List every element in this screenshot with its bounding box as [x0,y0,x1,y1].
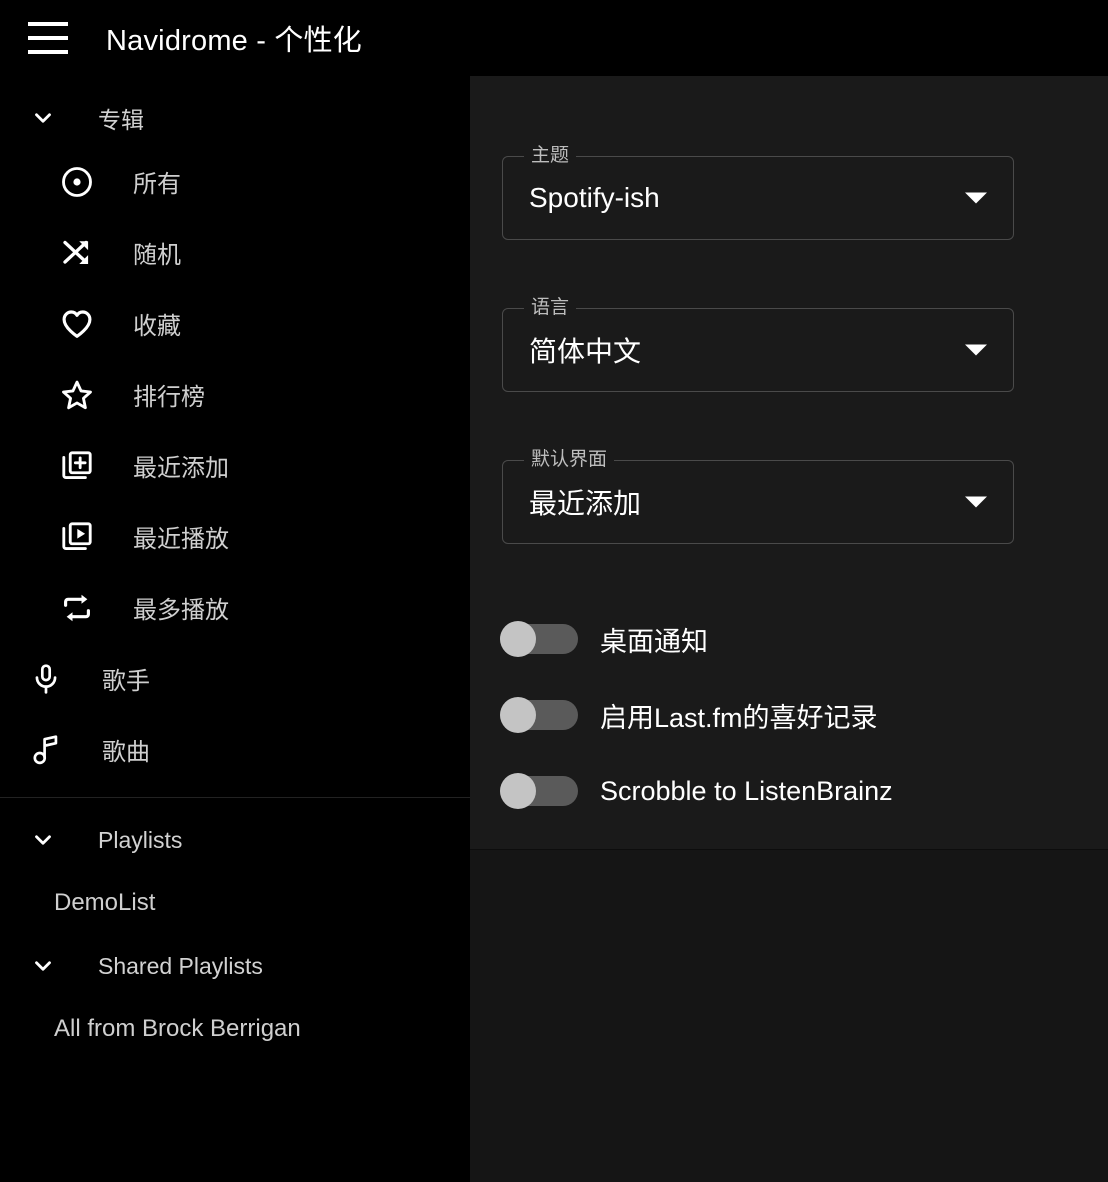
toggle-thumb [500,773,536,809]
microphone-icon [26,659,66,699]
language-select[interactable]: 语言 简体中文 [502,296,1014,392]
hamburger-bar [28,36,68,40]
page-title: Navidrome - 个性化 [106,25,362,57]
toggle-thumb [500,697,536,733]
list-item-label: All from Brock Berrigan [54,1015,301,1042]
list-item-label: DemoList [54,889,156,916]
sidebar-group-label: 专辑 [98,107,144,133]
sidebar: 专辑 所有 随机 收藏 排行榜 最近添加 最近播放 最多播放 歌手 歌曲 Pla… [0,76,470,1182]
dropdown-caret-icon[interactable] [965,344,987,356]
sidebar-item-top-rated[interactable]: 排行榜 [0,359,470,430]
star-outline-icon [57,375,97,415]
sidebar-group-label: Playlists [98,826,183,853]
theme-select-label: 主题 [524,144,577,168]
chevron-down-icon [30,105,56,131]
sidebar-group-playlists: Playlists DemoList Shared Playlists All … [0,798,470,1064]
personal-settings-card: 主题 Spotify-ish 语言 简体中文 默认界面 最近添加 桌面通知 启用… [470,76,1108,850]
sidebar-item-label: 最近添加 [133,455,229,482]
toggle-label: Scrobble to ListenBrainz [600,775,893,806]
dropdown-caret-icon[interactable] [965,192,987,204]
sidebar-item-label: 收藏 [133,313,181,340]
sidebar-item-artists[interactable]: 歌手 [0,643,470,714]
desktop-notifications-toggle[interactable] [500,621,578,657]
toggle-label: 桌面通知 [600,626,708,657]
sidebar-item-label: 所有 [133,171,181,198]
chevron-down-icon [30,827,56,853]
settings-panel: 主题 Spotify-ish 语言 简体中文 默认界面 最近添加 桌面通知 启用… [470,76,1108,1182]
sidebar-group-header-albums[interactable]: 专辑 [0,90,470,146]
music-note-icon [26,730,66,770]
sidebar-shared-playlist-item[interactable]: All from Brock Berrigan [0,994,470,1064]
sidebar-group-albums: 专辑 所有 随机 收藏 排行榜 最近添加 最近播放 最多播放 歌手 歌曲 [0,76,470,785]
sidebar-item-songs[interactable]: 歌曲 [0,714,470,785]
hamburger-menu-icon[interactable] [24,14,72,62]
hamburger-bar [28,50,68,54]
repeat-icon [57,588,97,628]
theme-select[interactable]: 主题 Spotify-ish [502,144,1014,240]
theme-select-value: Spotify-ish [529,182,660,213]
default-view-select[interactable]: 默认界面 最近添加 [502,448,1014,544]
navidrome-app-window: Navidrome - 个性化 专辑 所有 随机 收藏 排行榜 最近添加 最近播… [0,0,1108,1182]
lastfm-scrobble-row[interactable]: 启用Last.fm的喜好记录 [500,690,878,740]
listenbrainz-scrobble-toggle[interactable] [500,773,578,809]
sidebar-item-label: 歌曲 [102,739,150,766]
sidebar-item-random-albums[interactable]: 随机 [0,217,470,288]
sidebar-item-label: 最近播放 [133,526,229,553]
sidebar-item-recently-played[interactable]: 最近播放 [0,501,470,572]
sidebar-item-favourites[interactable]: 收藏 [0,288,470,359]
library-play-icon [57,517,97,557]
sidebar-item-label: 排行榜 [133,384,205,411]
lastfm-scrobble-toggle[interactable] [500,697,578,733]
default-view-select-label: 默认界面 [524,448,615,472]
sidebar-item-all-albums[interactable]: 所有 [0,146,470,217]
sidebar-item-recently-added[interactable]: 最近添加 [0,430,470,501]
sidebar-item-label: 最多播放 [133,597,229,624]
sidebar-playlist-demolist[interactable]: DemoList [0,868,470,938]
toggle-thumb [500,621,536,657]
shuffle-icon [57,233,97,273]
sidebar-group-header-playlists[interactable]: Playlists [0,812,470,868]
toggle-label: 启用Last.fm的喜好记录 [600,702,878,733]
language-select-label: 语言 [524,296,577,320]
chevron-down-icon [30,953,56,979]
sidebar-item-label: 歌手 [102,668,150,695]
sidebar-item-label: 随机 [133,242,181,269]
dropdown-caret-icon[interactable] [965,496,987,508]
language-select-value: 简体中文 [529,336,642,367]
album-disc-icon [57,162,97,202]
sidebar-item-most-played[interactable]: 最多播放 [0,572,470,643]
listenbrainz-scrobble-row[interactable]: Scrobble to ListenBrainz [500,766,893,816]
hamburger-bar [28,22,68,26]
sidebar-group-header-shared-playlists[interactable]: Shared Playlists [0,938,470,994]
app-bar: Navidrome - 个性化 [0,0,1108,76]
sidebar-group-label: Shared Playlists [98,952,263,979]
default-view-select-value: 最近添加 [529,488,642,519]
desktop-notifications-row[interactable]: 桌面通知 [500,614,708,664]
library-add-icon [57,446,97,486]
heart-outline-icon [57,304,97,344]
